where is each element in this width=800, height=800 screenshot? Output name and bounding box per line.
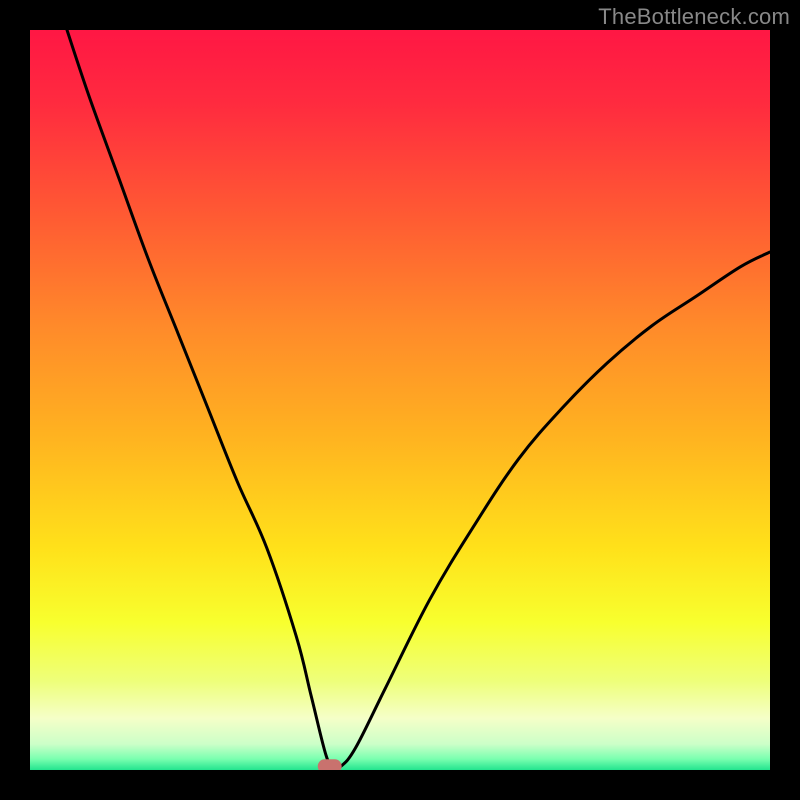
- watermark-text: TheBottleneck.com: [598, 4, 790, 30]
- chart-svg: [30, 30, 770, 770]
- chart-frame: TheBottleneck.com: [0, 0, 800, 800]
- plot-area: [30, 30, 770, 770]
- optimum-marker: [318, 759, 342, 770]
